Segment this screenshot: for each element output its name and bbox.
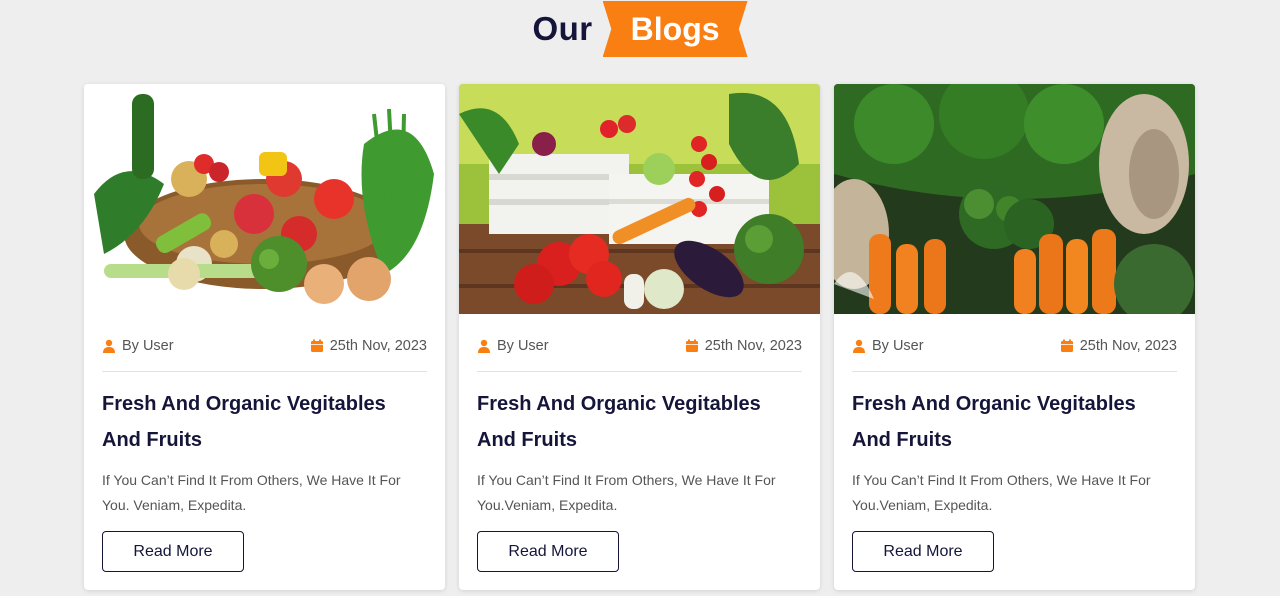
blog-card: By User 25th Nov, 2023 Fresh And Organic…: [459, 84, 820, 590]
vegetable-basket-illustration: [84, 84, 445, 314]
calendar-icon: [310, 339, 323, 352]
user-icon: [853, 339, 865, 353]
divider: [477, 371, 802, 372]
divider: [852, 371, 1177, 372]
blog-title[interactable]: Fresh And Organic Vegitables And Fruits: [477, 386, 802, 458]
post-date: 25th Nov, 2023: [1079, 338, 1177, 354]
carrots-broccoli-illustration: [834, 84, 1195, 314]
read-more-button[interactable]: Read More: [852, 531, 994, 572]
date-meta: 25th Nov, 2023: [1060, 338, 1177, 354]
blog-title[interactable]: Fresh And Organic Vegitables And Fruits: [852, 386, 1177, 458]
author-meta: By User: [477, 338, 549, 354]
read-more-button[interactable]: Read More: [102, 531, 244, 572]
date-meta: 25th Nov, 2023: [685, 338, 802, 354]
divider: [102, 371, 427, 372]
heading-tag-blogs: Blogs: [602, 1, 748, 57]
date-meta: 25th Nov, 2023: [310, 338, 427, 354]
author-meta: By User: [102, 338, 174, 354]
blog-meta: By User 25th Nov, 2023: [102, 334, 427, 358]
calendar-icon: [1060, 339, 1073, 352]
read-more-button[interactable]: Read More: [477, 531, 619, 572]
blog-meta: By User 25th Nov, 2023: [477, 334, 802, 358]
blog-image-basket-of-vegetables[interactable]: [84, 84, 445, 314]
author-name: By User: [122, 338, 174, 354]
vegetable-crate-illustration: [459, 84, 820, 314]
blog-card: By User 25th Nov, 2023 Fresh And Organic…: [84, 84, 445, 590]
user-icon: [103, 339, 115, 353]
blog-excerpt: If You Can’t Find It From Others, We Hav…: [852, 472, 1151, 513]
blog-cards: By User 25th Nov, 2023 Fresh And Organic…: [84, 84, 1195, 590]
author-meta: By User: [852, 338, 924, 354]
calendar-icon: [685, 339, 698, 352]
post-date: 25th Nov, 2023: [329, 338, 427, 354]
blog-card: By User 25th Nov, 2023 Fresh And Organic…: [834, 84, 1195, 590]
blog-image-vegetables-in-crate[interactable]: [459, 84, 820, 314]
section-heading: Our Blogs: [0, 0, 1280, 58]
blog-excerpt: If You Can’t Find It From Others, We Hav…: [477, 472, 776, 513]
user-icon: [478, 339, 490, 353]
blog-title[interactable]: Fresh And Organic Vegitables And Fruits: [102, 386, 427, 458]
post-date: 25th Nov, 2023: [704, 338, 802, 354]
blog-excerpt: If You Can’t Find It From Others, We Hav…: [102, 472, 401, 513]
blog-meta: By User 25th Nov, 2023: [852, 334, 1177, 358]
heading-word-our: Our: [532, 10, 593, 47]
author-name: By User: [872, 338, 924, 354]
blog-image-carrots-broccoli-mushrooms[interactable]: [834, 84, 1195, 314]
author-name: By User: [497, 338, 549, 354]
